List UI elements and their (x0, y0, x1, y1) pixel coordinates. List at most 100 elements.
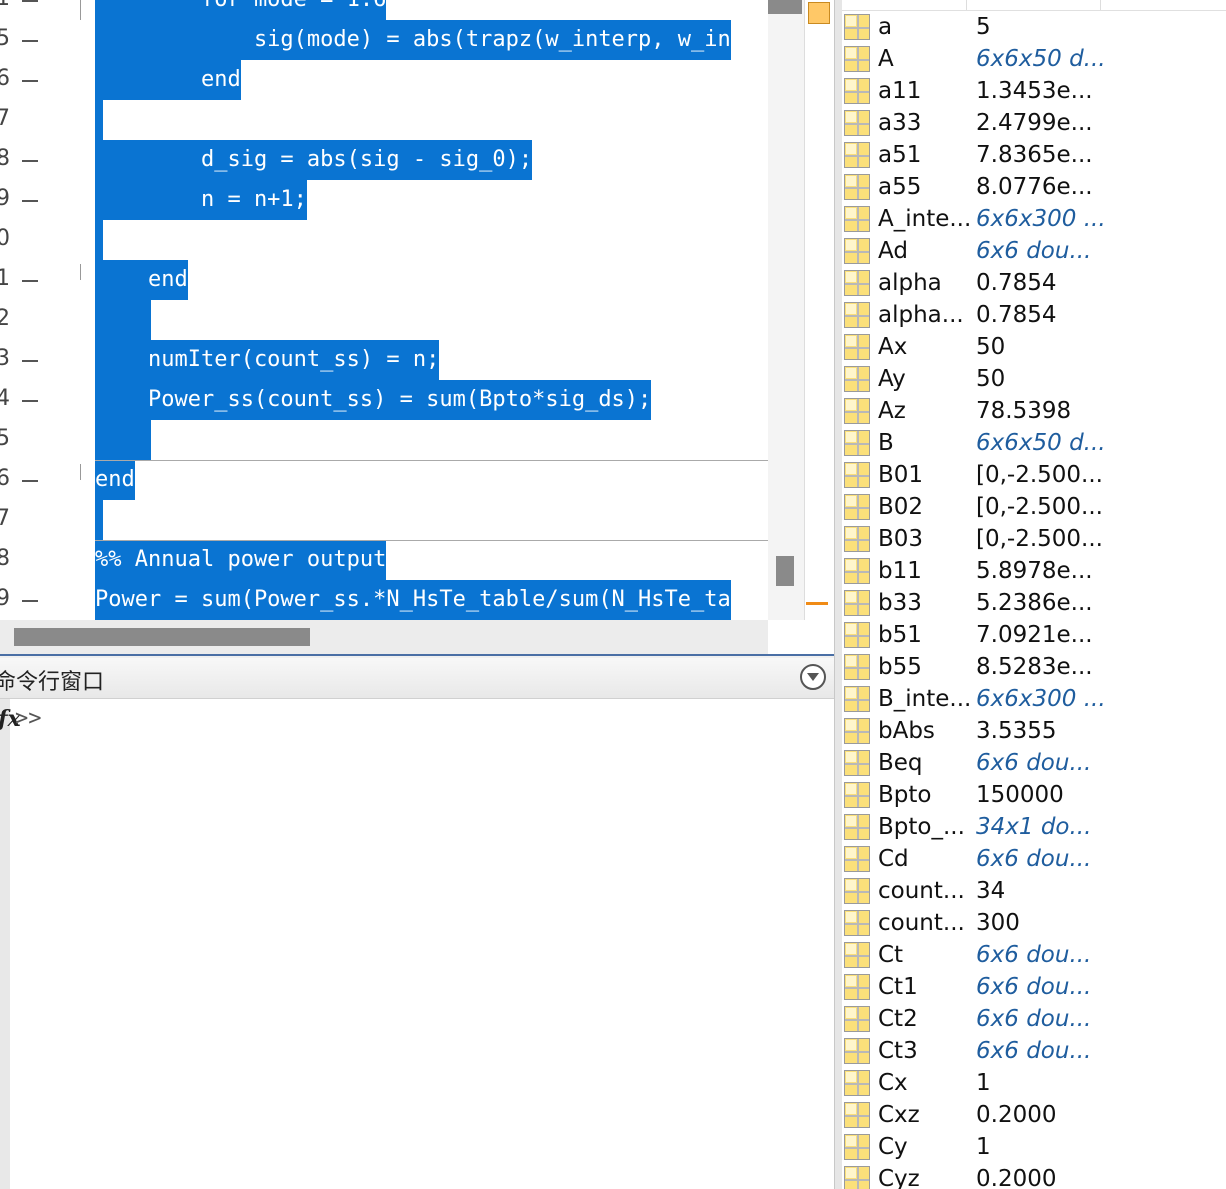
workspace-variable-row[interactable]: b11 5.8978e... (842, 555, 1226, 587)
code-line[interactable] (95, 500, 103, 540)
workspace-variable-row[interactable]: Ct3 6x6 dou... (842, 1035, 1226, 1067)
workspace-variable-row[interactable]: Cxz 0.2000 (842, 1099, 1226, 1131)
workspace-variable-row[interactable]: B_inte... 6x6x300 ... (842, 683, 1226, 715)
workspace-variable-row[interactable]: Ay 50 (842, 363, 1226, 395)
breakpoint-dash[interactable] (22, 0, 38, 2)
variable-name: B_inte... (878, 686, 972, 712)
code-line[interactable]: end (95, 460, 135, 500)
workspace-variable-row[interactable]: A_inte... 6x6x300 ... (842, 203, 1226, 235)
workspace-variable-row[interactable]: count... 300 (842, 907, 1226, 939)
workspace-variable-row[interactable]: b55 8.5283e... (842, 651, 1226, 683)
workspace-variable-row[interactable]: B03 [0,-2.500... (842, 523, 1226, 555)
variable-value: [0,-2.500... (976, 494, 1103, 520)
workspace-variable-row[interactable]: alpha... 0.7854 (842, 299, 1226, 331)
workspace-variable-row[interactable]: b51 7.0921e... (842, 619, 1226, 651)
code-line[interactable]: numIter(count_ss) = n; (95, 340, 440, 380)
workspace-variable-row[interactable]: Cd 6x6 dou... (842, 843, 1226, 875)
code-line[interactable]: n = n+1; (95, 180, 307, 220)
code-line[interactable] (95, 100, 103, 140)
code-line[interactable]: for mode = 1:6 (95, 0, 387, 20)
workspace-variable-row[interactable]: a33 2.4799e... (842, 107, 1226, 139)
code-line[interactable]: Power_ss(count_ss) = sum(Bpto*sig_ds); (95, 380, 652, 420)
code-line[interactable] (95, 220, 103, 260)
code-line[interactable]: Power = sum(Power_ss.*N_HsTe_table/sum(N… (95, 580, 731, 620)
code-line[interactable]: end (95, 260, 188, 300)
line-number-text: 2 (0, 306, 10, 331)
variable-name: B01 (878, 462, 924, 488)
workspace-variable-row[interactable]: Ad 6x6 dou... (842, 235, 1226, 267)
workspace-variable-row[interactable]: b33 5.2386e... (842, 587, 1226, 619)
workspace-variable-row[interactable]: a5 (842, 11, 1226, 43)
workspace-variable-row[interactable]: Cx 1 (842, 1067, 1226, 1099)
workspace-variable-row[interactable]: Bpto_... 34x1 do... (842, 811, 1226, 843)
breakpoint-dash[interactable] (22, 480, 38, 482)
workspace-panel[interactable]: a 5 A 6x6x50 d... a11 1.3453e... a33 2.4799e...… (842, 0, 1226, 1189)
code-line[interactable] (95, 300, 151, 340)
breakpoint-dash[interactable] (22, 160, 38, 162)
variable-value: 6x6x300 ... (976, 686, 1106, 712)
breakpoint-dash[interactable] (22, 80, 38, 82)
selected-code-text (95, 100, 103, 140)
chevron-down-icon[interactable] (800, 664, 826, 690)
line-number-text: 6 (0, 66, 10, 91)
vertical-scrollbar[interactable] (768, 0, 804, 620)
variable-value: 78.5398 (976, 398, 1072, 424)
breakpoint-dash[interactable] (22, 400, 38, 402)
breakpoint-dash[interactable] (22, 280, 38, 282)
matrix-variable-icon (844, 366, 870, 392)
breakpoint-dash[interactable] (22, 360, 38, 362)
fold-guide (80, 0, 81, 20)
workspace-variable-row[interactable]: Ct2 6x6 dou... (842, 1003, 1226, 1035)
workspace-variable-row[interactable]: bAbs 3.5355 (842, 715, 1226, 747)
workspace-variable-row[interactable]: Bpto 150000 (842, 779, 1226, 811)
workspace-variable-row[interactable]: a55 8.0776e... (842, 171, 1226, 203)
breakpoint-dash[interactable] (22, 40, 38, 42)
workspace-variable-row[interactable]: B02 [0,-2.500... (842, 491, 1226, 523)
warning-indicator-icon[interactable] (808, 2, 830, 24)
workspace-variable-row[interactable]: B01 [0,-2.500... (842, 459, 1226, 491)
workspace-variable-row[interactable]: Az 78.5398 (842, 395, 1226, 427)
variable-name: Ad (878, 238, 908, 264)
workspace-variable-row[interactable]: a11 1.3453e... (842, 75, 1226, 107)
selected-code-text: Power_ss(count_ss) = sum(Bpto*sig_ds); (95, 380, 652, 420)
warning-marker[interactable] (806, 602, 828, 605)
workspace-variable-row[interactable]: alpha 0.7854 (842, 267, 1226, 299)
vertical-scroll-thumb[interactable] (776, 556, 794, 586)
variable-name: a33 (878, 110, 922, 136)
code-line[interactable] (95, 420, 151, 460)
command-prompt: >> (15, 706, 42, 731)
variable-value: 50 (976, 366, 1006, 392)
variable-value: 6x6x50 d... (976, 46, 1106, 72)
workspace-variable-row[interactable]: Ct1 6x6 dou... (842, 971, 1226, 1003)
code-area[interactable]: for mode = 1:6 sig(mode) = abs(trapz(w_i… (95, 0, 768, 620)
workspace-variable-row[interactable]: Cy 1 (842, 1131, 1226, 1163)
variable-name: count... (878, 878, 965, 904)
variable-name: Cyz (878, 1166, 920, 1189)
workspace-variable-row[interactable]: Ct 6x6 dou... (842, 939, 1226, 971)
variable-name: Ct3 (878, 1038, 918, 1064)
workspace-variable-row[interactable]: a51 7.8365e... (842, 139, 1226, 171)
workspace-variable-row[interactable]: Beq 6x6 dou... (842, 747, 1226, 779)
code-editor[interactable]: 1 5 6 7 8 9 0 1 2 3 4 5 6 7 8 9 for mode = 1:6 sig(mode… (0, 0, 834, 654)
variable-value: 6x6 dou... (976, 846, 1092, 872)
code-line[interactable]: end (95, 60, 241, 100)
horizontal-scroll-thumb[interactable] (14, 628, 310, 646)
selected-code-text: end (95, 260, 188, 300)
command-window[interactable] (0, 699, 834, 1189)
workspace-variable-row[interactable]: B 6x6x50 d... (842, 427, 1226, 459)
breakpoint-dash[interactable] (22, 600, 38, 602)
code-line[interactable]: sig(mode) = abs(trapz(w_interp, w_in (95, 20, 731, 60)
code-line[interactable]: d_sig = abs(sig - sig_0); (95, 140, 533, 180)
breakpoint-dash[interactable] (22, 200, 38, 202)
matrix-variable-icon (844, 974, 870, 1000)
panel-divider (0, 654, 834, 656)
workspace-variable-row[interactable]: count... 34 (842, 875, 1226, 907)
code-line[interactable]: %% Annual power output (95, 540, 387, 580)
workspace-variable-row[interactable]: Ax 50 (842, 331, 1226, 363)
matrix-variable-icon (844, 206, 870, 232)
variable-name: b33 (878, 590, 922, 616)
workspace-variable-row[interactable]: A 6x6x50 d... (842, 43, 1226, 75)
matrix-variable-icon (844, 238, 870, 264)
workspace-variable-row[interactable]: Cyz 0.2000 (842, 1163, 1226, 1189)
variable-name: a55 (878, 174, 922, 200)
